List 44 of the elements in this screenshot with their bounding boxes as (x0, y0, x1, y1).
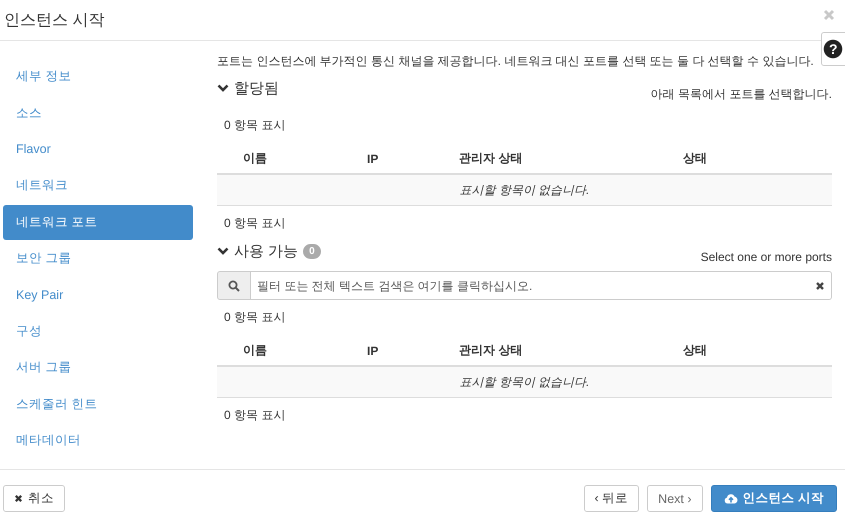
column-header: 이름 (243, 342, 267, 359)
cancel-button[interactable]: 취소 (3, 485, 65, 512)
sidebar-item[interactable]: Flavor (3, 132, 193, 168)
column-header: IP (367, 152, 378, 166)
close-icon (14, 494, 23, 503)
item-count: 0 항목 표시 (223, 309, 286, 326)
column-header: 이름 (243, 150, 267, 167)
sidebar-item[interactable]: 서버 그룹 (3, 350, 193, 386)
sidebar-item[interactable]: 소스 (3, 95, 193, 131)
item-count: 0 항목 표시 (223, 117, 286, 134)
column-header: 상태 (683, 342, 707, 359)
chevron-icon (217, 83, 229, 93)
back-button[interactable]: ‹ 뒤로 (584, 485, 640, 512)
help-button[interactable]: ? (821, 32, 845, 66)
chevron-icon (217, 246, 229, 256)
column-header: IP (367, 344, 378, 358)
count-badge: 0 (303, 244, 321, 258)
sidebar-item[interactable]: 세부 정보 (3, 59, 193, 94)
column-header: 관리자 상태 (459, 150, 522, 167)
search-field[interactable]: 필터 또는 전체 텍스트 검색은 여기를 클릭하십시오. (251, 271, 832, 300)
clear-icon[interactable] (815, 281, 825, 291)
sidebar-item[interactable]: 네트워크 포트 (3, 204, 193, 240)
column-header: 관리자 상태 (459, 342, 522, 359)
window-title: 인스턴스 시작 (4, 10, 106, 30)
section-toggle[interactable]: 사용 가능 (217, 242, 298, 260)
empty-row: 표시할 항목이 없습니다. (217, 175, 832, 206)
search-icon (228, 280, 240, 292)
cloud-upload-icon (724, 493, 738, 504)
sidebar-item[interactable]: 스케줄러 힌트 (3, 386, 193, 422)
item-count: 0 항목 표시 (223, 215, 286, 232)
sidebar-item[interactable]: Key Pair (3, 277, 193, 313)
hint-text: Select one or more ports (700, 250, 832, 264)
description-text: 포트는 인스턴스에 부가적인 통신 채널을 제공합니다. 네트워크 대신 포트를 선택 또는 둘 다 선택할 수 있습니다. (217, 53, 815, 70)
column-header: 상태 (683, 150, 707, 167)
section-toggle[interactable]: 할당됨 (217, 78, 279, 98)
empty-row: 표시할 항목이 없습니다. (217, 367, 832, 398)
sidebar-item[interactable]: 네트워크 (3, 168, 193, 204)
sidebar-item[interactable]: 메타데이터 (3, 422, 193, 458)
hint-text: 아래 목록에서 포트를 선택합니다. (650, 86, 832, 102)
sidebar-item[interactable]: 보안 그룹 (3, 240, 193, 276)
next-button[interactable]: Next › (647, 485, 703, 512)
sidebar-item[interactable]: 구성 (3, 314, 193, 350)
item-count: 0 항목 표시 (223, 407, 286, 424)
launch-button[interactable]: 인스턴스 시작 (710, 485, 837, 512)
